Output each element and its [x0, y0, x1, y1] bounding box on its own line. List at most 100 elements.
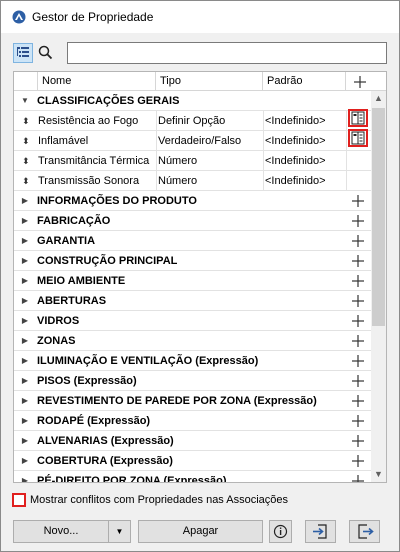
header-spacer: [14, 72, 38, 91]
add-property-plus-icon[interactable]: [350, 193, 366, 209]
expand-arrow-icon[interactable]: ▶: [20, 251, 30, 271]
add-property-plus-icon[interactable]: [350, 233, 366, 249]
group-row[interactable]: ▶ PISOS (Expressão): [14, 371, 371, 391]
show-conflicts-label: Mostrar conflitos com Propriedades nas A…: [30, 494, 289, 506]
group-row[interactable]: ▶ ZONAS: [14, 331, 371, 351]
group-row[interactable]: ▶ INFORMAÇÕES DO PRODUTO: [14, 191, 371, 211]
group-row[interactable]: ▶ GARANTIA: [14, 231, 371, 251]
add-property-plus-icon[interactable]: [350, 333, 366, 349]
expand-arrow-icon[interactable]: ▶: [20, 431, 30, 451]
add-property-plus-icon[interactable]: [350, 273, 366, 289]
add-property-plus-icon[interactable]: [350, 473, 366, 483]
column-header-default[interactable]: Padrão: [263, 72, 346, 91]
new-button[interactable]: Novo... ▼: [13, 520, 131, 543]
expand-arrow-icon[interactable]: ▶: [20, 311, 30, 331]
search-button[interactable]: [36, 43, 56, 63]
property-default: <Indefinido>: [265, 115, 326, 127]
association-icon[interactable]: [348, 129, 368, 147]
reorder-handle-icon[interactable]: ⬍: [22, 111, 30, 131]
add-property-plus-icon[interactable]: [350, 253, 366, 269]
scroll-down-arrow-icon[interactable]: ▼: [371, 467, 386, 482]
group-row[interactable]: ▶ ABERTURAS: [14, 291, 371, 311]
new-dropdown-arrow-icon[interactable]: ▼: [108, 521, 130, 542]
property-table: Nome Tipo Padrão ▼ CLASSIFICAÇÕES GERAIS…: [13, 71, 387, 483]
group-row[interactable]: ▶ ALVENARIAS (Expressão): [14, 431, 371, 451]
group-label: COBERTURA (Expressão): [37, 455, 173, 467]
group-row[interactable]: ▶ FABRICAÇÃO: [14, 211, 371, 231]
group-label: ILUMINAÇÃO E VENTILAÇÃO (Expressão): [37, 355, 259, 367]
expand-arrow-icon[interactable]: ▶: [20, 271, 30, 291]
delete-button-label: Apagar: [182, 525, 219, 537]
export-icon: [358, 524, 374, 539]
table-header: Nome Tipo Padrão: [14, 72, 386, 91]
add-property-plus-icon[interactable]: [350, 433, 366, 449]
group-row[interactable]: ▶ REVESTIMENTO DE PAREDE POR ZONA (Expre…: [14, 391, 371, 411]
property-row[interactable]: ⬍ Transmissão Sonora Número <Indefinido>: [14, 171, 371, 191]
search-input[interactable]: [67, 42, 387, 64]
group-row[interactable]: ▶ COBERTURA (Expressão): [14, 451, 371, 471]
search-icon: [38, 45, 53, 60]
group-row[interactable]: ▶ ILUMINAÇÃO E VENTILAÇÃO (Expressão): [14, 351, 371, 371]
expand-arrow-icon[interactable]: ▶: [20, 471, 30, 482]
group-row[interactable]: ▶ CONSTRUÇÃO PRINCIPAL: [14, 251, 371, 271]
expand-arrow-icon[interactable]: ▶: [20, 331, 30, 351]
add-property-plus-icon[interactable]: [350, 313, 366, 329]
association-icon[interactable]: [348, 109, 368, 127]
property-manager-window: Gestor de Propriedade Nome Tipo Padrão ▼…: [0, 0, 400, 552]
group-row[interactable]: ▶ RODAPÉ (Expressão): [14, 411, 371, 431]
group-row-general-classifications[interactable]: ▼ CLASSIFICAÇÕES GERAIS: [14, 91, 371, 111]
show-conflicts-checkbox[interactable]: [12, 493, 26, 507]
property-default: <Indefinido>: [265, 155, 326, 167]
delete-button[interactable]: Apagar: [138, 520, 263, 543]
import-button[interactable]: [305, 520, 336, 543]
group-label: ZONAS: [37, 335, 76, 347]
add-property-plus-icon[interactable]: [350, 453, 366, 469]
tree-view-toggle[interactable]: [13, 43, 33, 63]
expand-arrow-icon[interactable]: ▶: [20, 231, 30, 251]
group-row[interactable]: ▶ MEIO AMBIENTE: [14, 271, 371, 291]
scroll-up-arrow-icon[interactable]: ▲: [371, 91, 386, 106]
column-header-name[interactable]: Nome: [38, 72, 156, 91]
property-default: <Indefinido>: [265, 175, 326, 187]
column-header-type[interactable]: Tipo: [156, 72, 263, 91]
add-property-plus-icon[interactable]: [350, 413, 366, 429]
group-label: ABERTURAS: [37, 295, 107, 307]
property-type: Definir Opção: [158, 115, 226, 127]
expand-arrow-icon[interactable]: ▶: [20, 451, 30, 471]
add-group-plus-icon[interactable]: [352, 74, 368, 90]
group-label: INFORMAÇÕES DO PRODUTO: [37, 195, 197, 207]
expand-arrow-icon[interactable]: ▶: [20, 191, 30, 211]
group-row[interactable]: ▶ VIDROS: [14, 311, 371, 331]
info-button[interactable]: [269, 520, 292, 543]
property-type: Número: [158, 175, 198, 187]
add-property-plus-icon[interactable]: [350, 293, 366, 309]
add-property-plus-icon[interactable]: [350, 393, 366, 409]
expand-arrow-icon[interactable]: ▶: [20, 411, 30, 431]
expand-arrow-icon[interactable]: ▶: [20, 371, 30, 391]
add-property-plus-icon[interactable]: [350, 373, 366, 389]
property-row[interactable]: ⬍ Resistência ao Fogo Definir Opção <Ind…: [14, 109, 371, 131]
window-title: Gestor de Propriedade: [32, 10, 154, 24]
property-row[interactable]: ⬍ Transmitância Térmica Número <Indefini…: [14, 151, 371, 171]
property-row[interactable]: ⬍ Inflamável Verdadeiro/Falso <Indefinid…: [14, 129, 371, 151]
export-button[interactable]: [349, 520, 380, 543]
expand-arrow-icon[interactable]: ▶: [20, 211, 30, 231]
reorder-handle-icon[interactable]: ⬍: [22, 171, 30, 191]
import-icon: [313, 524, 327, 539]
vertical-scrollbar[interactable]: ▲ ▼: [371, 91, 386, 482]
collapse-arrow-icon[interactable]: ▼: [20, 91, 30, 111]
add-property-plus-icon[interactable]: [350, 213, 366, 229]
expand-arrow-icon[interactable]: ▶: [20, 391, 30, 411]
group-label: MEIO AMBIENTE: [37, 275, 126, 287]
reorder-handle-icon[interactable]: ⬍: [22, 131, 30, 151]
add-property-plus-icon[interactable]: [350, 353, 366, 369]
group-label: VIDROS: [37, 315, 80, 327]
scroll-thumb[interactable]: [372, 108, 385, 326]
reorder-handle-icon[interactable]: ⬍: [22, 151, 30, 171]
group-label: PÉ-DIREITO POR ZONA (Expressão): [37, 475, 227, 483]
property-name: Inflamável: [38, 135, 89, 147]
group-row[interactable]: ▶ PÉ-DIREITO POR ZONA (Expressão): [14, 471, 371, 483]
expand-arrow-icon[interactable]: ▶: [20, 291, 30, 311]
group-label: ALVENARIAS (Expressão): [37, 435, 174, 447]
expand-arrow-icon[interactable]: ▶: [20, 351, 30, 371]
